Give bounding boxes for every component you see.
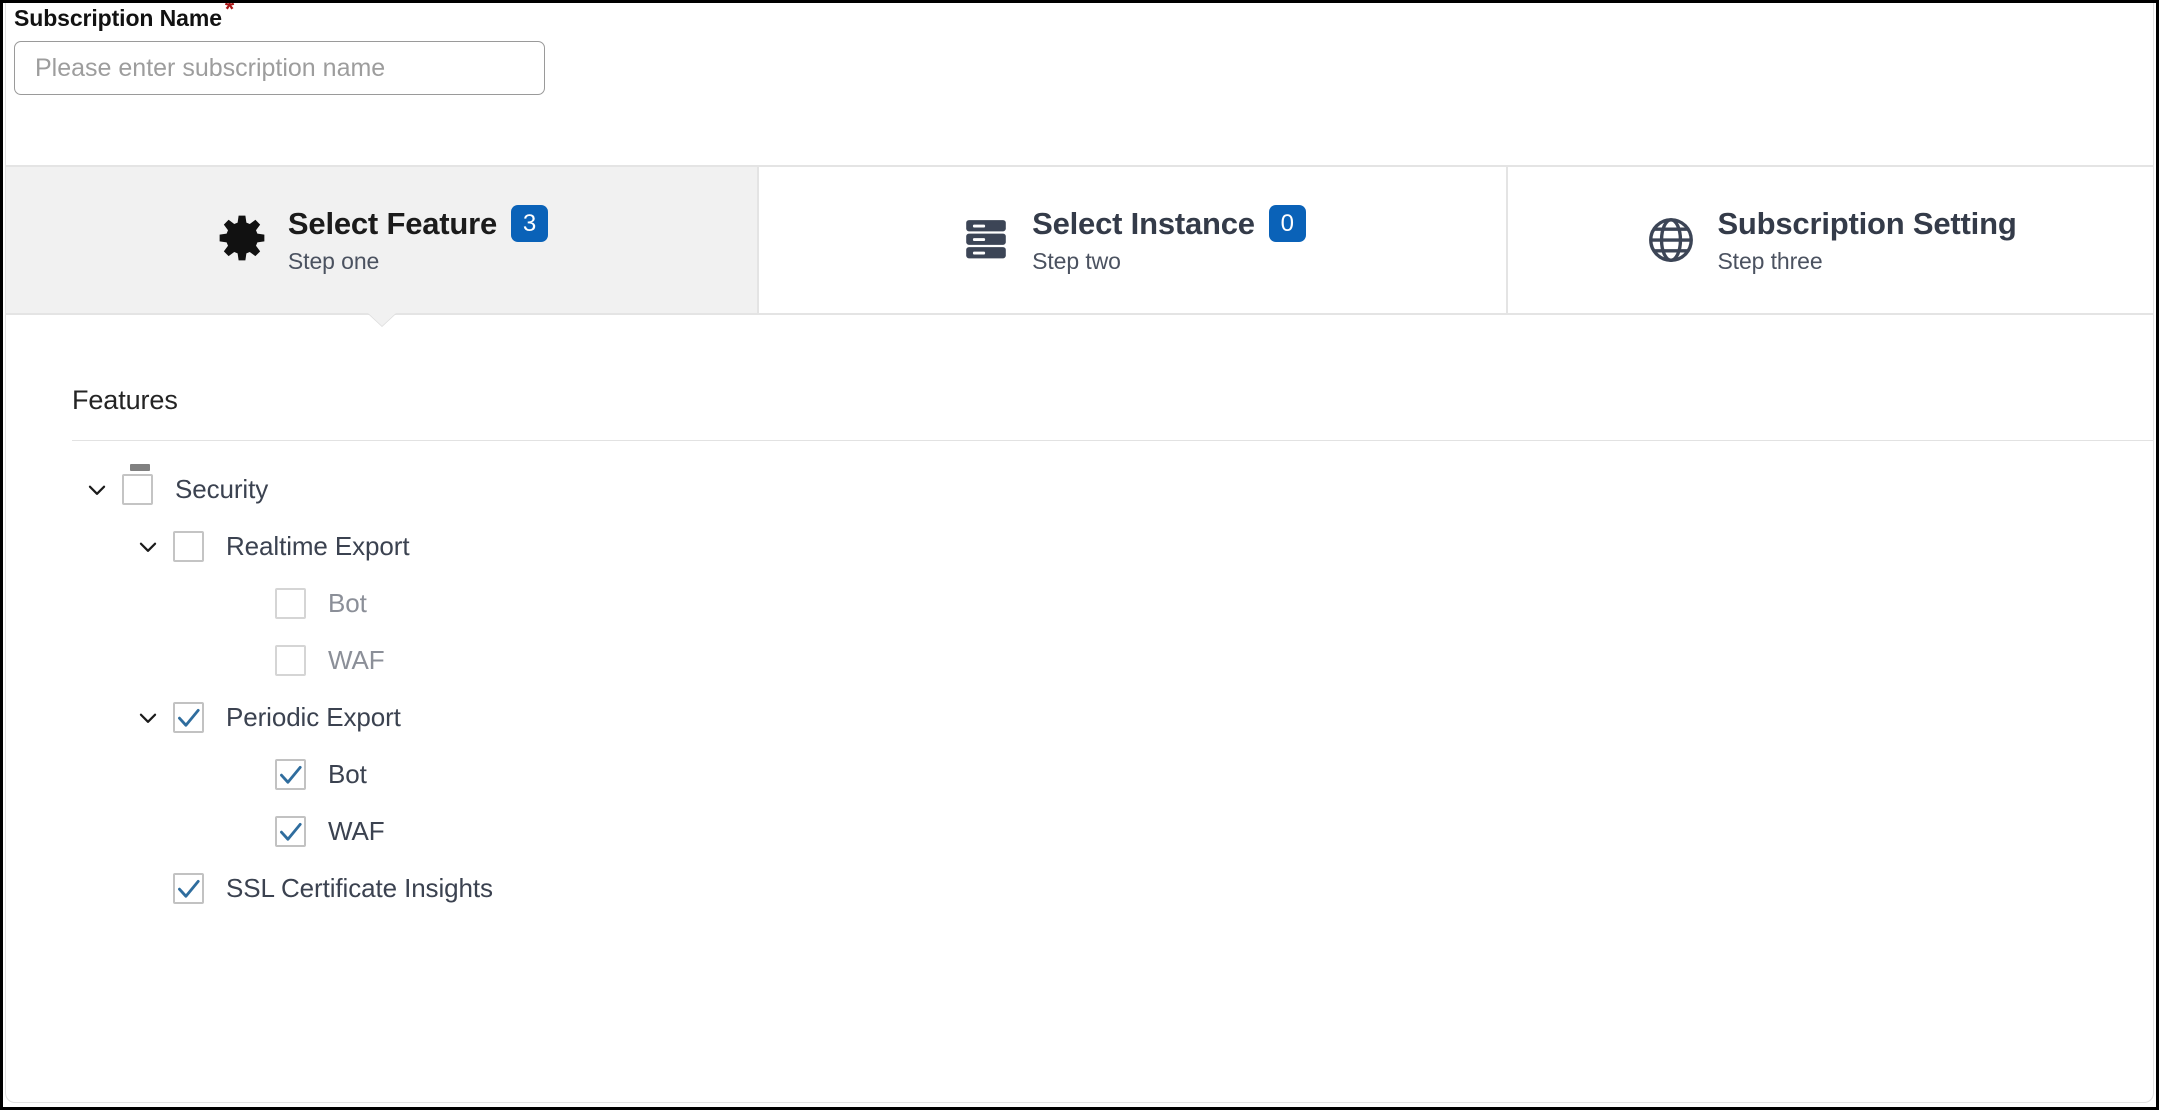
feature-label: WAF	[328, 645, 385, 675]
tab-subscription-setting-subtitle: Step three	[1717, 247, 1823, 274]
subscription-name-field-group: Subscription Name *	[14, 3, 614, 95]
tab-select-feature[interactable]: Select Feature 3 Step one	[6, 167, 759, 326]
tab-subscription-setting[interactable]: Subscription Setting Step three	[1508, 167, 2153, 313]
feature-tree-row[interactable]: Periodic Export	[72, 689, 2153, 746]
feature-label: Realtime Export	[226, 531, 410, 561]
check-icon	[280, 765, 302, 784]
tab-select-feature-badge: 3	[511, 205, 549, 242]
feature-tree-row[interactable]: Bot	[72, 575, 2153, 632]
wizard-stepper: Select Feature 3 Step one Select Instanc…	[6, 165, 2153, 326]
feature-label: WAF	[328, 816, 385, 846]
screenshot-frame: Subscription Name* Select Feature	[0, 0, 2159, 1110]
tab-select-instance[interactable]: Select Instance 0 Step two	[759, 167, 1508, 313]
tab-select-feature-content: Select Feature 3 Step one	[215, 205, 549, 275]
gear-icon	[215, 212, 269, 266]
tab-select-instance-text: Select Instance 0 Step two	[1032, 205, 1306, 275]
tab-select-instance-content: Select Instance 0 Step two	[959, 205, 1306, 275]
feature-checkbox[interactable]	[173, 531, 204, 562]
tab-select-feature-title: Select Feature	[287, 205, 498, 241]
tab-select-feature-title-row: Select Feature 3	[287, 205, 549, 242]
tab-select-feature-subtitle: Step one	[287, 248, 380, 274]
subscription-name-label-text: Subscription Name	[14, 5, 222, 31]
subscription-wizard-panel: Subscription Name* Select Feature	[5, 3, 2154, 1103]
feature-tree: Security Realtime Export Bot WAF Periodic Ex…	[72, 461, 2153, 917]
subscription-name-input[interactable]	[14, 41, 545, 95]
indeterminate-dash-icon	[130, 464, 150, 471]
chevron-down-icon[interactable]	[123, 534, 173, 560]
chevron-down-icon[interactable]	[123, 705, 173, 731]
required-asterisk: *	[224, 0, 235, 24]
feature-checkbox[interactable]	[275, 759, 306, 790]
tab-select-instance-subtitle: Step two	[1032, 248, 1121, 274]
feature-checkbox[interactable]	[122, 464, 153, 505]
features-divider	[72, 440, 2153, 441]
tab-select-instance-title-row: Select Instance 0	[1032, 205, 1306, 242]
feature-tree-row[interactable]: Realtime Export	[72, 518, 2153, 575]
feature-checkbox[interactable]	[173, 702, 204, 733]
check-icon	[178, 879, 200, 898]
feature-label: Bot	[328, 588, 367, 618]
server-stack-icon	[959, 212, 1013, 266]
feature-tree-row[interactable]: SSL Certificate Insights	[72, 860, 2153, 917]
feature-tree-row[interactable]: Bot	[72, 746, 2153, 803]
tab-subscription-setting-title: Subscription Setting	[1717, 205, 2017, 241]
feature-label: Bot	[328, 759, 367, 789]
features-panel: Features Security Realtime Export Bot WAF Pe…	[6, 315, 2153, 1102]
feature-checkbox[interactable]	[275, 816, 306, 847]
feature-tree-row[interactable]: WAF	[72, 803, 2153, 860]
feature-label: SSL Certificate Insights	[226, 873, 493, 903]
feature-checkbox[interactable]	[275, 645, 306, 676]
feature-tree-row[interactable]: Security	[72, 461, 2153, 518]
tab-select-instance-title: Select Instance	[1032, 205, 1255, 241]
feature-label: Security	[175, 474, 269, 504]
tab-select-feature-text: Select Feature 3 Step one	[287, 205, 549, 275]
chevron-down-icon[interactable]	[72, 477, 122, 503]
tab-select-instance-badge: 0	[1268, 205, 1306, 242]
tab-subscription-setting-text: Subscription Setting Step three	[1717, 206, 2016, 275]
features-heading: Features	[72, 385, 178, 415]
feature-checkbox[interactable]	[275, 588, 306, 619]
subscription-name-label: Subscription Name *	[14, 3, 614, 32]
check-icon	[178, 708, 200, 727]
globe-icon	[1644, 213, 1698, 267]
feature-label: Periodic Export	[226, 702, 401, 732]
tab-subscription-setting-content: Subscription Setting Step three	[1644, 206, 2017, 275]
feature-tree-row[interactable]: WAF	[72, 632, 2153, 689]
check-icon	[280, 822, 302, 841]
feature-checkbox[interactable]	[173, 873, 204, 904]
tab-subscription-setting-title-row: Subscription Setting	[1717, 206, 2016, 242]
